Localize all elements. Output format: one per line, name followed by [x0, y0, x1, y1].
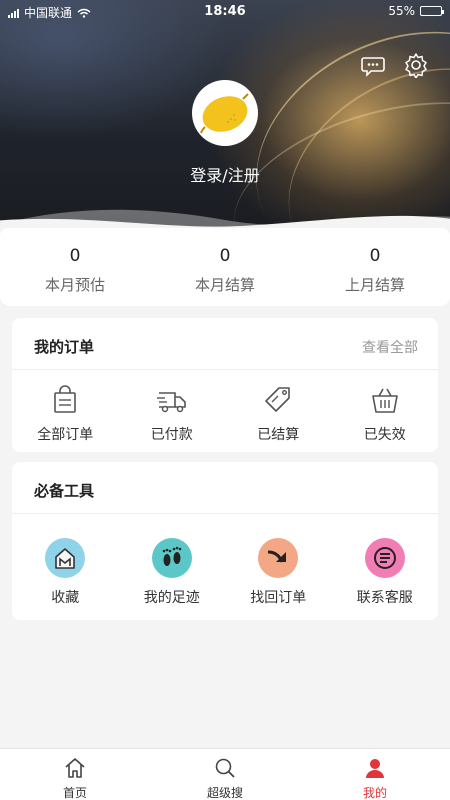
tool-footprints-label: 我的足迹 [143, 590, 200, 606]
stat-value: 0 [369, 246, 381, 266]
tool-recover-order-label: 找回订单 [250, 590, 307, 606]
message-icon[interactable] [360, 52, 386, 78]
orders-title: 我的订单 [34, 338, 95, 356]
tool-customer-service-label: 联系客服 [356, 590, 413, 606]
stat-label: 上月结算 [344, 276, 405, 294]
tab-super-search-label: 超级搜 [206, 786, 243, 800]
bottom-tab-bar: 首页 超级搜 我的 [0, 748, 450, 800]
tab-mine[interactable]: 我的 [300, 749, 450, 800]
home-icon [65, 758, 85, 778]
tool-customer-service[interactable]: 联系客服 [332, 514, 439, 607]
lemon-icon [200, 93, 249, 134]
stat-value: 0 [69, 246, 81, 266]
earnings-summary: 0 本月预估 0 本月结算 0 上月结算 [0, 228, 450, 306]
user-icon [366, 759, 384, 778]
truck-icon [156, 392, 186, 413]
stat-last-month-settled[interactable]: 0 上月结算 [300, 228, 450, 306]
order-all-label: 全部订单 [37, 427, 94, 443]
stat-month-estimate[interactable]: 0 本月预估 [0, 228, 150, 306]
tab-home[interactable]: 首页 [0, 749, 150, 800]
view-all-orders-link[interactable]: 查看全部 [362, 337, 418, 357]
order-paid-label: 已付款 [150, 427, 193, 443]
stat-label: 本月预估 [44, 276, 105, 294]
battery-percent: 55% [388, 4, 415, 18]
tool-favorites[interactable]: 收藏 [12, 514, 119, 607]
avatar[interactable] [192, 80, 258, 146]
tool-favorites-label: 收藏 [51, 590, 80, 606]
footprints-icon [151, 538, 192, 578]
gear-icon[interactable] [403, 52, 429, 78]
basket-icon [371, 388, 398, 413]
status-bar: 中国联通 18:46 55% [0, 0, 450, 22]
stat-month-settled[interactable]: 0 本月结算 [150, 228, 300, 306]
order-settled-label: 已结算 [257, 427, 300, 443]
search-icon [215, 758, 235, 778]
tab-home-label: 首页 [62, 786, 87, 800]
arrow-icon [258, 538, 299, 578]
house-icon [45, 538, 86, 578]
tab-mine-label: 我的 [362, 786, 387, 800]
tool-recover-order[interactable]: 找回订单 [225, 514, 332, 607]
tab-super-search[interactable]: 超级搜 [150, 749, 300, 800]
order-paid[interactable]: 已付款 [119, 370, 226, 444]
tag-icon [265, 387, 291, 412]
order-settled[interactable]: 已结算 [225, 370, 332, 444]
my-orders-card: 我的订单 查看全部 全部订单 已付款 已结算 已失效 [12, 318, 438, 452]
chat-icon [364, 538, 405, 578]
order-expired-label: 已失效 [363, 427, 406, 443]
order-all[interactable]: 全部订单 [12, 370, 119, 444]
bag-icon [54, 385, 77, 413]
login-register-link[interactable]: 登录/注册 [0, 162, 450, 186]
stat-label: 本月结算 [194, 276, 255, 294]
stat-value: 0 [219, 246, 231, 266]
status-time: 18:46 [204, 4, 246, 19]
tool-footprints[interactable]: 我的足迹 [119, 514, 226, 607]
tools-title: 必备工具 [34, 482, 95, 500]
tools-card: 必备工具 收藏 我的足迹 找回订单 联系客服 [12, 462, 438, 620]
battery-icon [420, 6, 444, 16]
order-expired[interactable]: 已失效 [332, 370, 439, 444]
